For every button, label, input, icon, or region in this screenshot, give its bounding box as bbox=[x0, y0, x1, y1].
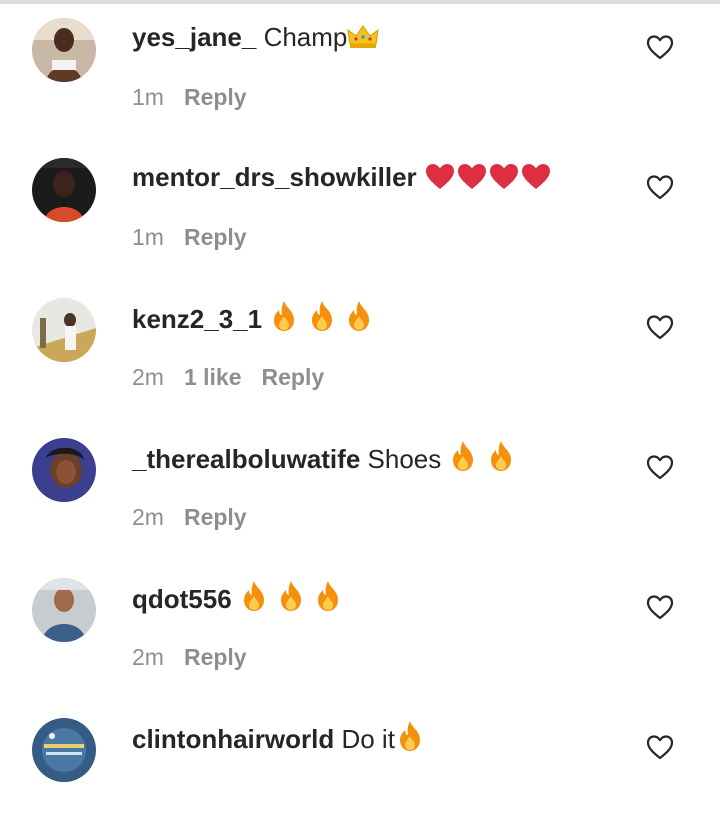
comment-meta: 1m Reply bbox=[132, 82, 267, 112]
avatar[interactable] bbox=[32, 298, 96, 362]
fire-icon bbox=[486, 440, 516, 480]
reply-button[interactable]: Reply bbox=[184, 224, 247, 250]
comment-meta: 2m 1 like Reply bbox=[132, 362, 344, 392]
fire-icon bbox=[344, 300, 374, 340]
comment-line: _therealboluwatife Shoes bbox=[132, 440, 516, 480]
comment-username[interactable]: yes_jane_ bbox=[132, 22, 256, 52]
like-heart-icon[interactable] bbox=[646, 734, 674, 760]
comment-line: mentor_drs_showkiller bbox=[132, 160, 552, 198]
reply-button[interactable]: Reply bbox=[262, 364, 325, 390]
comment-username[interactable]: kenz2_3_1 bbox=[132, 304, 262, 334]
avatar[interactable] bbox=[32, 718, 96, 782]
avatar[interactable] bbox=[32, 18, 96, 82]
comment-meta: 2m Reply bbox=[132, 642, 267, 672]
comment-line: yes_jane_ Champ bbox=[132, 20, 380, 58]
comment-item: mentor_drs_showkiller 1m Reply bbox=[0, 140, 720, 280]
fire-icon bbox=[276, 580, 306, 620]
comment-item: kenz2_3_1 2m 1 like Reply bbox=[0, 280, 720, 420]
comment-meta: 2m Reply bbox=[132, 502, 267, 532]
comment-line: qdot556 bbox=[132, 580, 343, 620]
fire-icon bbox=[313, 580, 343, 620]
like-heart-icon[interactable] bbox=[646, 594, 674, 620]
avatar[interactable] bbox=[32, 158, 96, 222]
fire-icon bbox=[239, 580, 269, 620]
comment-line: kenz2_3_1 bbox=[132, 300, 374, 340]
fire-icon bbox=[269, 300, 299, 340]
comment-item: clintonhairworld Do it bbox=[0, 700, 720, 840]
fire-icon bbox=[395, 720, 425, 760]
reply-button[interactable]: Reply bbox=[184, 84, 247, 110]
fire-icon bbox=[448, 440, 478, 480]
comment-meta: 1m Reply bbox=[132, 222, 267, 252]
comment-line: clintonhairworld Do it bbox=[132, 720, 425, 760]
comment-item: qdot556 2m Reply bbox=[0, 560, 720, 700]
comment-username[interactable]: _therealboluwatife bbox=[132, 444, 360, 474]
comment-time: 2m bbox=[132, 364, 164, 390]
crown-icon bbox=[347, 24, 380, 58]
comment-text: Champ bbox=[263, 22, 348, 52]
comment-username[interactable]: mentor_drs_showkiller bbox=[132, 162, 417, 192]
comment-time: 2m bbox=[132, 644, 164, 670]
like-heart-icon[interactable] bbox=[646, 314, 674, 340]
comment-time: 1m bbox=[132, 224, 164, 250]
comment-username[interactable]: clintonhairworld bbox=[132, 724, 334, 754]
reply-button[interactable]: Reply bbox=[184, 504, 247, 530]
red-heart-icon bbox=[456, 162, 488, 198]
avatar[interactable] bbox=[32, 578, 96, 642]
comment-text: Do it bbox=[341, 724, 395, 754]
avatar[interactable] bbox=[32, 438, 96, 502]
likes-count[interactable]: 1 like bbox=[184, 364, 242, 390]
red-heart-icon bbox=[488, 162, 520, 198]
fire-icon bbox=[307, 300, 337, 340]
comment-time: 2m bbox=[132, 504, 164, 530]
comment-text: Shoes bbox=[367, 444, 442, 474]
reply-button[interactable]: Reply bbox=[184, 644, 247, 670]
comment-username[interactable]: qdot556 bbox=[132, 584, 232, 614]
comment-item: _therealboluwatife Shoes 2m Reply bbox=[0, 420, 720, 560]
like-heart-icon[interactable] bbox=[646, 34, 674, 60]
comment-time: 1m bbox=[132, 84, 164, 110]
comment-item: yes_jane_ Champ 1m Reply bbox=[0, 0, 720, 140]
like-heart-icon[interactable] bbox=[646, 174, 674, 200]
like-heart-icon[interactable] bbox=[646, 454, 674, 480]
red-heart-icon bbox=[424, 162, 456, 198]
red-heart-icon bbox=[520, 162, 552, 198]
